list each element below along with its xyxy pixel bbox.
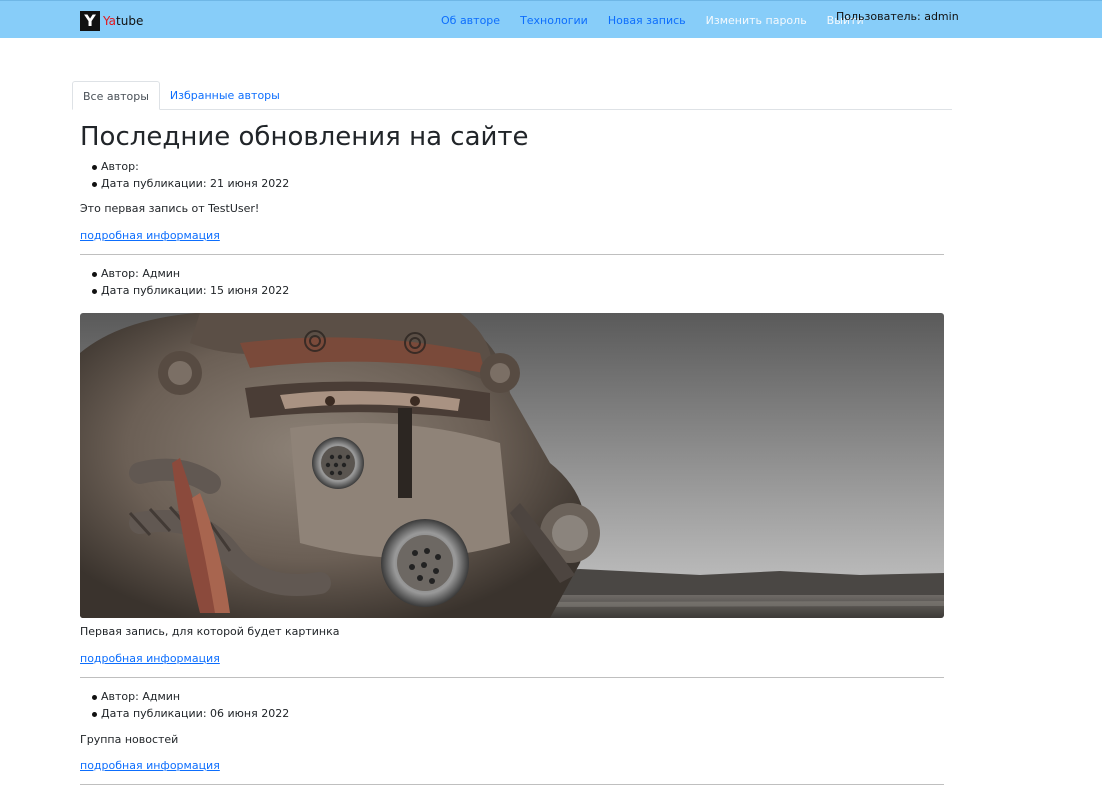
post-divider	[80, 677, 944, 678]
post-date: Дата публикации: 06 июня 2022	[92, 706, 944, 723]
post-card: Автор: Админ Дата публикации: 15 июня 20…	[80, 266, 944, 681]
post-meta: Автор: Админ Дата публикации: 06 июня 20…	[80, 689, 944, 722]
tab-favorite-authors[interactable]: Избранные авторы	[160, 81, 290, 110]
post-author: Автор: Админ	[92, 266, 944, 283]
post-date: Дата публикации: 21 июня 2022	[92, 176, 944, 193]
yatube-logo-icon: Y	[80, 11, 100, 31]
top-navbar: Y Yatube Об авторе Технологии Новая запи…	[0, 0, 1102, 38]
post-text: Группа новостей	[80, 733, 179, 746]
nav-link-about-author[interactable]: Об авторе	[431, 14, 510, 27]
tab-all-authors[interactable]: Все авторы	[72, 81, 160, 110]
post-details-link[interactable]: подробная информация	[80, 759, 220, 772]
post-author: Автор:	[92, 159, 944, 176]
nav-link-change-password[interactable]: Изменить пароль	[696, 14, 817, 27]
author-tabs: Все авторы Избранные авторы	[72, 81, 952, 110]
page-title: Последние обновления на сайте	[80, 122, 529, 152]
post-card: Автор: Дата публикации: 21 июня 2022 Это…	[80, 159, 944, 259]
post-date: Дата публикации: 15 июня 2022	[92, 283, 944, 300]
power-armor-helmet-image	[80, 313, 944, 618]
post-card: Автор: Админ Дата публикации: 06 июня 20…	[80, 689, 944, 788]
post-details-link[interactable]: подробная информация	[80, 229, 220, 242]
post-meta: Автор: Дата публикации: 21 июня 2022	[80, 159, 944, 192]
post-details-link[interactable]: подробная информация	[80, 652, 220, 665]
nav-links: Об авторе Технологии Новая запись Измени…	[431, 1, 874, 39]
nav-link-new-post[interactable]: Новая запись	[598, 14, 696, 27]
current-user-label: Пользователь: admin	[836, 10, 959, 23]
post-text: Первая запись, для которой будет картинк…	[80, 625, 340, 638]
post-divider	[80, 254, 944, 255]
brand-link[interactable]: Y Yatube	[80, 11, 143, 31]
post-author: Автор: Админ	[92, 689, 944, 706]
post-text: Это первая запись от TestUser!	[80, 202, 260, 215]
brand-name: Yatube	[103, 11, 143, 31]
nav-link-technologies[interactable]: Технологии	[510, 14, 598, 27]
post-meta: Автор: Админ Дата публикации: 15 июня 20…	[80, 266, 944, 299]
brand-name-tube: tube	[116, 14, 144, 28]
brand-name-ya: Ya	[103, 14, 117, 28]
post-image	[80, 313, 944, 618]
post-divider	[80, 784, 944, 785]
